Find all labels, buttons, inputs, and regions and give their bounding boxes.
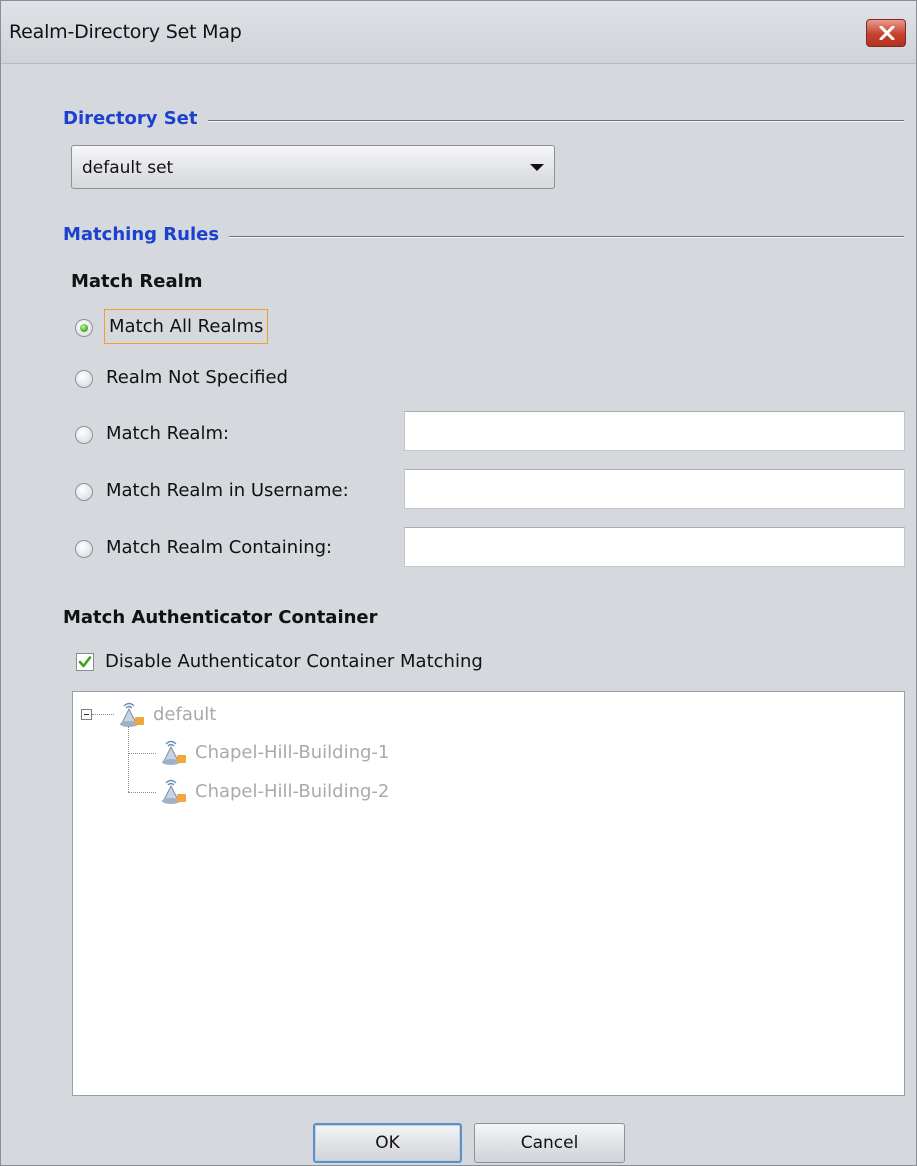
- authenticator-container-tree[interactable]: default Chapel-Hill-Building-1 Chapel-Hi…: [72, 691, 905, 1096]
- title-bar[interactable]: Realm-Directory Set Map: [1, 1, 916, 64]
- radio-label: Match Realm:: [106, 423, 230, 444]
- matching-rules-group: Matching Rules: [63, 224, 904, 250]
- match-realm-containing-input[interactable]: [404, 527, 905, 567]
- radio-button[interactable]: [75, 483, 93, 501]
- access-point-icon: [162, 779, 186, 804]
- dropdown-selected-value: default set: [82, 158, 174, 178]
- collapse-toggle-icon[interactable]: [81, 709, 92, 720]
- radio-button[interactable]: [75, 540, 93, 558]
- close-icon: [879, 26, 895, 40]
- disable-matching-checkbox[interactable]: [76, 653, 94, 671]
- access-point-icon: [162, 740, 186, 765]
- directory-set-group: Directory Set: [63, 108, 904, 134]
- chevron-down-icon: [530, 164, 544, 171]
- checkmark-icon: [78, 656, 92, 668]
- radio-button[interactable]: [75, 319, 93, 337]
- disable-matching-label: Disable Authenticator Container Matching: [105, 651, 483, 672]
- access-point-icon: [120, 702, 144, 727]
- match-realm-input[interactable]: [404, 411, 905, 451]
- radio-label: Realm Not Specified: [106, 367, 288, 388]
- tree-node-child[interactable]: Chapel-Hill-Building-1: [195, 742, 389, 763]
- directory-set-dropdown[interactable]: default set: [71, 145, 555, 189]
- match-realm-username-input[interactable]: [404, 469, 905, 509]
- matching-rules-title: Matching Rules: [63, 224, 230, 245]
- match-realm-label: Match Realm: [71, 271, 203, 292]
- tree-connector: [128, 753, 156, 754]
- radio-label: Match Realm Containing:: [106, 537, 333, 558]
- radio-label: Match All Realms: [104, 309, 269, 344]
- radio-label: Match Realm in Username:: [106, 480, 349, 501]
- tree-connector: [128, 726, 129, 792]
- radio-button[interactable]: [75, 426, 93, 444]
- radio-button[interactable]: [75, 370, 93, 388]
- match-authenticator-label: Match Authenticator Container: [63, 607, 378, 628]
- tree-connector: [92, 714, 114, 715]
- ok-button[interactable]: OK: [313, 1123, 462, 1163]
- window-title: Realm-Directory Set Map: [9, 21, 242, 43]
- tree-node-root[interactable]: default: [153, 704, 216, 725]
- directory-set-title: Directory Set: [63, 108, 208, 129]
- close-button[interactable]: [866, 19, 906, 47]
- tree-connector: [128, 792, 156, 793]
- tree-node-child[interactable]: Chapel-Hill-Building-2: [195, 781, 389, 802]
- cancel-button[interactable]: Cancel: [474, 1123, 625, 1163]
- realm-directory-dialog: Realm-Directory Set Map Directory Set de…: [0, 0, 917, 1166]
